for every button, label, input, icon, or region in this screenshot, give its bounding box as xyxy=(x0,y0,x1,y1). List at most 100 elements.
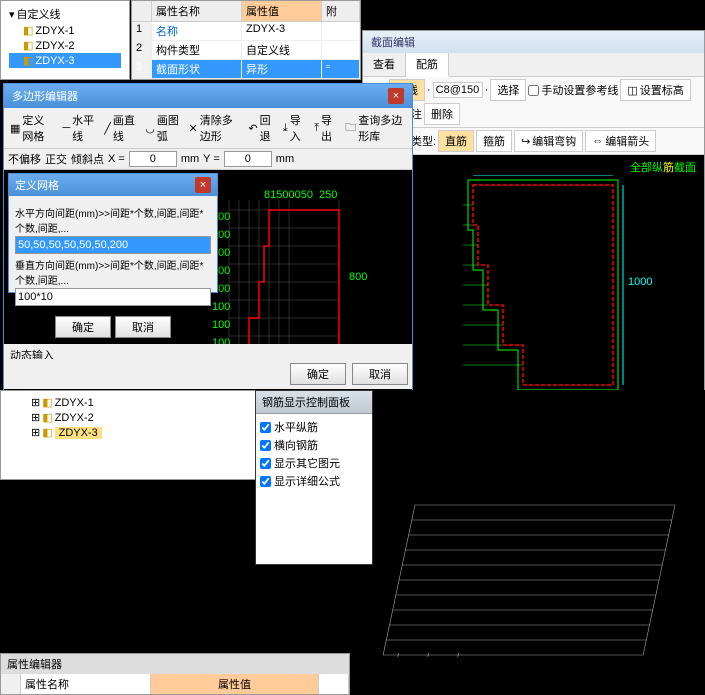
tree-item-label: ZDYX-1 xyxy=(35,25,74,37)
query-library-button[interactable]: 🗀查询多边形库 xyxy=(341,110,410,146)
x-input[interactable] xyxy=(129,151,177,167)
option-label: 显示详细公式 xyxy=(274,473,340,489)
select-button[interactable]: 选择 xyxy=(490,79,526,101)
coord-bar: 不偏移 正交 倾斜点 X = mm Y = mm xyxy=(4,149,412,170)
y-label: Y = xyxy=(203,153,220,165)
tree-item-label: ZDYX-2 xyxy=(35,40,74,52)
option-label: 显示其它图元 xyxy=(274,455,340,471)
draw-line-button[interactable]: ╱画直线 xyxy=(100,110,140,146)
manual-ref-checkbox[interactable] xyxy=(528,85,539,96)
rebar-spec-input[interactable] xyxy=(433,82,483,98)
rebar-option[interactable]: 显示其它图元 xyxy=(260,454,368,472)
svg-text:481: 481 xyxy=(533,175,551,176)
property-grid[interactable]: 属性名称属性值附 1名称ZDYX-3 2构件类型自定义线 3截面形状异形▫ 4截… xyxy=(131,0,361,80)
section-toolbar-1: 纵筋 直线 · · 选择 手动设置参考线 ◫设置标高 显示标注 删除 xyxy=(363,77,704,128)
3d-viewport[interactable] xyxy=(355,390,705,695)
close-icon[interactable]: × xyxy=(388,88,404,104)
hline-button[interactable]: ─水平线 xyxy=(58,110,99,146)
checkbox[interactable] xyxy=(260,458,271,469)
tab-view[interactable]: 查看 xyxy=(363,53,406,76)
rebar-option[interactable]: 水平纵筋 xyxy=(260,418,368,436)
stirrup-button[interactable]: 箍筋 xyxy=(476,130,512,152)
cube-icon: ◧ xyxy=(42,411,52,424)
cube-icon: ◧ xyxy=(42,396,52,409)
property-header: 属性名称属性值附 xyxy=(132,1,360,22)
cube-icon: ◧ xyxy=(23,24,33,37)
plus-icon: ⊞ xyxy=(31,396,40,409)
tab-rebar[interactable]: 配筋 xyxy=(406,53,449,77)
y-input[interactable] xyxy=(224,151,272,167)
undo-icon: ↶ xyxy=(248,122,257,135)
tree-item-label: ZDYX-1 xyxy=(55,397,94,409)
h-spacing-input[interactable] xyxy=(15,236,211,254)
tree-item-selected[interactable]: ◧ZDYX-3 xyxy=(9,53,121,68)
v-spacing-input[interactable] xyxy=(15,288,211,306)
property-row[interactable]: 4截面宽度(mm)481 xyxy=(132,79,360,80)
property-editor-lower[interactable]: 属性编辑器 属性名称属性值 xyxy=(0,653,350,695)
grid-dialog-titlebar[interactable]: 定义网格 × xyxy=(9,174,217,196)
property-columns: 属性名称属性值 xyxy=(1,674,349,694)
undo-button[interactable]: ↶回退 xyxy=(244,110,278,146)
edit-hook-button[interactable]: ↪编辑弯钩 xyxy=(514,130,583,152)
line-icon: ╱ xyxy=(104,122,111,135)
polygon-editor-titlebar[interactable]: 多边形编辑器 × xyxy=(4,84,412,108)
plus-icon: ⊞ xyxy=(31,426,40,439)
polygon-footer: 确定 取消 xyxy=(4,359,412,389)
minus-icon: ▾ xyxy=(9,8,15,21)
checkbox[interactable] xyxy=(260,422,271,433)
tree-item-label: ZDYX-3 xyxy=(35,55,74,67)
offset-mode[interactable]: 不偏移 xyxy=(8,151,41,167)
elevation-icon: ◫ xyxy=(627,84,637,97)
ok-button[interactable]: 确定 xyxy=(290,363,346,385)
tree-item[interactable]: ◧ZDYX-1 xyxy=(9,23,121,38)
rebar-option[interactable]: 横向钢筋 xyxy=(260,436,368,454)
edit-arrow-button[interactable]: ⇔编辑箭头 xyxy=(585,130,656,152)
tree-root[interactable]: ▾ 自定义线 xyxy=(9,5,121,23)
ok-button[interactable]: 确定 xyxy=(55,316,111,338)
cancel-button[interactable]: 取消 xyxy=(115,316,171,338)
elevation-button[interactable]: ◫设置标高 xyxy=(620,79,690,101)
svg-text:800: 800 xyxy=(349,271,367,283)
cube-icon: ◧ xyxy=(42,426,52,439)
import-icon: ⤓ xyxy=(283,122,288,135)
rebar-display-panel[interactable]: 钢筋显示控制面板 水平纵筋 横向钢筋 显示其它图元 显示详细公式 xyxy=(255,390,373,565)
define-grid-button[interactable]: ▦定义网格 xyxy=(6,110,57,146)
col-value: 属性值 xyxy=(151,674,319,694)
mm-label: mm xyxy=(181,153,199,165)
rebar-panel-title: 钢筋显示控制面板 xyxy=(256,391,372,414)
option-label: 横向钢筋 xyxy=(274,437,318,453)
svg-text:250: 250 xyxy=(319,189,337,201)
export-icon: ⤒ xyxy=(314,122,319,135)
checkbox[interactable] xyxy=(260,476,271,487)
plus-icon: ⊞ xyxy=(31,411,40,424)
import-button[interactable]: ⤓导入 xyxy=(279,110,309,146)
section-toolbar-2: 横筋 钢筋类型: 直筋 箍筋 ↪编辑弯钩 ⇔编辑箭头 xyxy=(363,128,704,155)
property-row-selected[interactable]: 3截面形状异形▫ xyxy=(132,60,360,79)
delete-button[interactable]: 删除 xyxy=(424,103,460,125)
property-row[interactable]: 2构件类型自定义线 xyxy=(132,41,360,60)
straight-bar-button[interactable]: 直筋 xyxy=(438,130,474,152)
col-name: 属性名称 xyxy=(152,1,242,21)
dim-top: 81500050 xyxy=(264,189,313,201)
canvas-label: 全部纵筋截面 xyxy=(630,159,696,175)
section-editor-title: 截面编辑 xyxy=(363,31,704,53)
h-spacing-label: 水平方向间距(mm)>>间距*个数,间距,间距*个数,间距,... xyxy=(15,205,211,235)
option-label: 水平纵筋 xyxy=(274,419,318,435)
col-value: 属性值 xyxy=(242,1,322,21)
grid-icon: ▦ xyxy=(10,122,20,135)
pivot-mode[interactable]: 倾斜点 xyxy=(71,151,104,167)
close-icon[interactable]: × xyxy=(195,177,211,193)
rebar-option[interactable]: 显示详细公式 xyxy=(260,472,368,490)
cancel-button[interactable]: 取消 xyxy=(352,363,408,385)
tree-item-label: ZDYX-2 xyxy=(55,412,94,424)
checkbox[interactable] xyxy=(260,440,271,451)
export-button[interactable]: ⤒导出 xyxy=(310,110,340,146)
hook-icon: ↪ xyxy=(521,135,530,148)
cube-icon: ◧ xyxy=(23,54,33,67)
property-row[interactable]: 1名称ZDYX-3 xyxy=(132,22,360,41)
clear-polygon-button[interactable]: ✕清除多边形 xyxy=(185,110,244,146)
tree-item[interactable]: ◧ZDYX-2 xyxy=(9,38,121,53)
component-tree[interactable]: ▾ 自定义线 ◧ZDYX-1 ◧ZDYX-2 ◧ZDYX-3 xyxy=(0,0,130,80)
ortho-mode[interactable]: 正交 xyxy=(45,151,67,167)
draw-arc-button[interactable]: ◡画图弧 xyxy=(141,110,183,146)
